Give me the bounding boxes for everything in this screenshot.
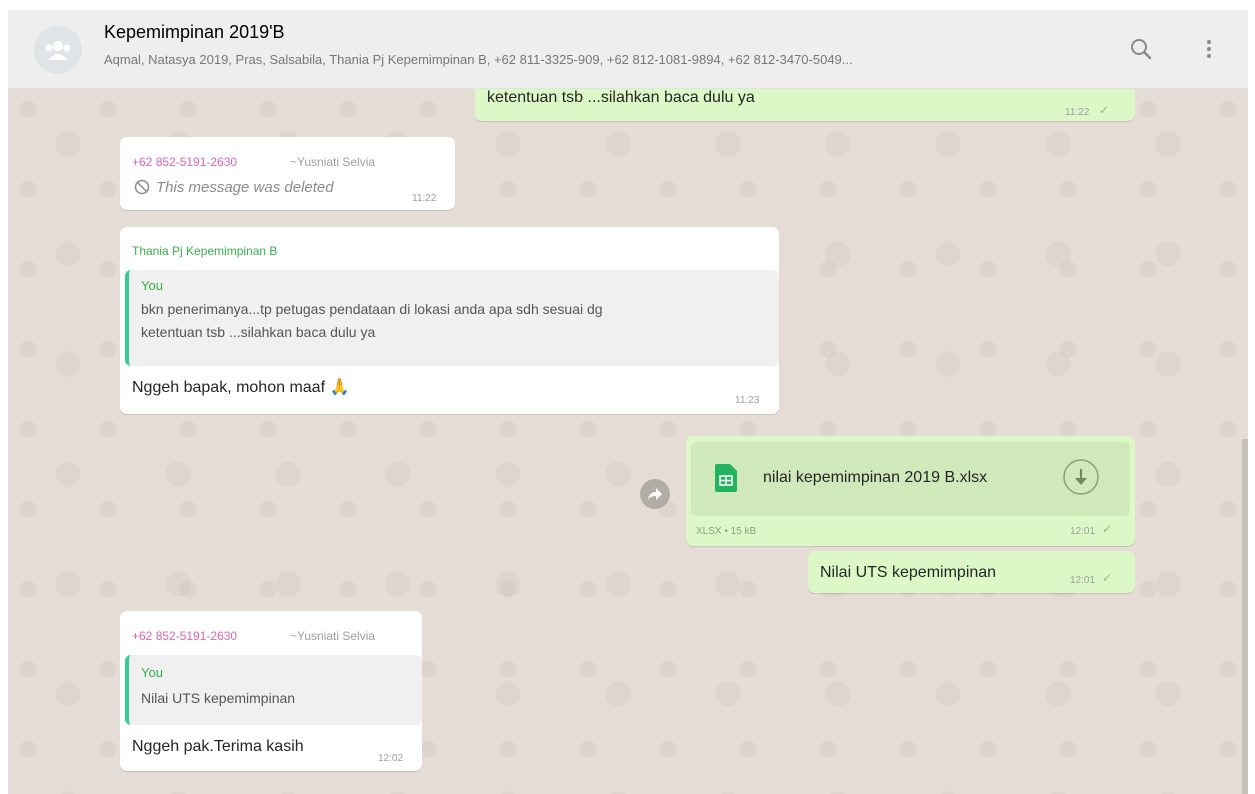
spreadsheet-file-icon [715, 464, 737, 492]
quote-author: You [141, 665, 163, 680]
message-time: 12:01 [1070, 526, 1096, 537]
incoming-message[interactable]: +62 852-5191-2630 ~Yusniati Selvia You N… [120, 611, 422, 771]
message-text: ketentuan tsb ...silahkan baca dulu ya [487, 89, 755, 106]
message-text: Nggeh bapak, mohon maaf 🙏 [132, 379, 350, 396]
participants-list[interactable]: Aqmal, Natasya 2019, Pras, Salsabila, Th… [104, 52, 1094, 67]
menu-icon[interactable] [1196, 36, 1222, 62]
chat-header[interactable]: Kepemimpinan 2019'B Aqmal, Natasya 2019,… [8, 10, 1248, 89]
message-time: 11:22 [1065, 107, 1090, 118]
deleted-text: This message was deleted [156, 179, 334, 196]
deleted-icon [134, 179, 150, 195]
double-check-icon: ✓ [1099, 103, 1110, 117]
scrollbar[interactable] [1242, 439, 1248, 794]
chat-area[interactable]: ketentuan tsb ...silahkan baca dulu ya 1… [8, 89, 1248, 794]
sender-name: ~Yusniati Selvia [290, 155, 376, 169]
download-icon[interactable] [1062, 458, 1100, 496]
quoted-message[interactable]: You Nilai UTS kepemimpinan [125, 655, 422, 725]
group-avatar-icon [45, 41, 71, 60]
sender-name[interactable]: Thania Pj Kepemimpinan B [132, 244, 277, 258]
message-time: 11:22 [412, 193, 437, 204]
search-icon[interactable] [1128, 36, 1154, 62]
sender-name: ~Yusniati Selvia [290, 629, 376, 643]
whatsapp-window: Kepemimpinan 2019'B Aqmal, Natasya 2019,… [8, 10, 1248, 794]
outgoing-message[interactable]: Nilai UTS kepemimpinan 12:01 ✓ [808, 551, 1135, 593]
file-meta: XLSX • 15 kB [696, 526, 757, 537]
chat-title[interactable]: Kepemimpinan 2019'B [104, 22, 285, 43]
file-name[interactable]: nilai kepemimpinan 2019 B.xlsx [763, 469, 987, 487]
forward-button[interactable] [640, 479, 670, 509]
sender-phone[interactable]: +62 852-5191-2630 [132, 629, 237, 643]
message-time: 12:02 [378, 753, 404, 764]
group-avatar[interactable] [34, 26, 82, 74]
sender-phone[interactable]: +62 852-5191-2630 [132, 155, 237, 169]
quote-text-line: Nilai UTS kepemimpinan [141, 690, 296, 706]
outgoing-message[interactable]: ketentuan tsb ...silahkan baca dulu ya 1… [475, 89, 1135, 121]
message-text: Nggeh pak.Terima kasih [132, 738, 304, 755]
quoted-message[interactable]: You bkn penerimanya...tp petugas pendata… [125, 270, 779, 366]
message-time: 12:01 [1070, 575, 1096, 586]
quote-author: You [141, 278, 163, 293]
double-check-icon: ✓ [1102, 571, 1113, 585]
file-attachment[interactable]: nilai kepemimpinan 2019 B.xlsx [691, 442, 1130, 516]
forward-icon [648, 488, 662, 500]
quote-text-line: ketentuan tsb ...silahkan baca dulu ya [141, 324, 376, 340]
message-text: Nilai UTS kepemimpinan [820, 564, 997, 581]
double-check-icon: ✓ [1102, 522, 1113, 536]
outgoing-file-message[interactable]: nilai kepemimpinan 2019 B.xlsx XLSX • 15… [686, 436, 1135, 546]
incoming-message[interactable]: +62 852-5191-2630 ~Yusniati Selvia This … [120, 137, 455, 210]
incoming-message[interactable]: Thania Pj Kepemimpinan B You bkn penerim… [120, 227, 779, 414]
message-time: 11:23 [735, 395, 760, 406]
quote-text-line: bkn penerimanya...tp petugas pendataan d… [141, 301, 603, 317]
